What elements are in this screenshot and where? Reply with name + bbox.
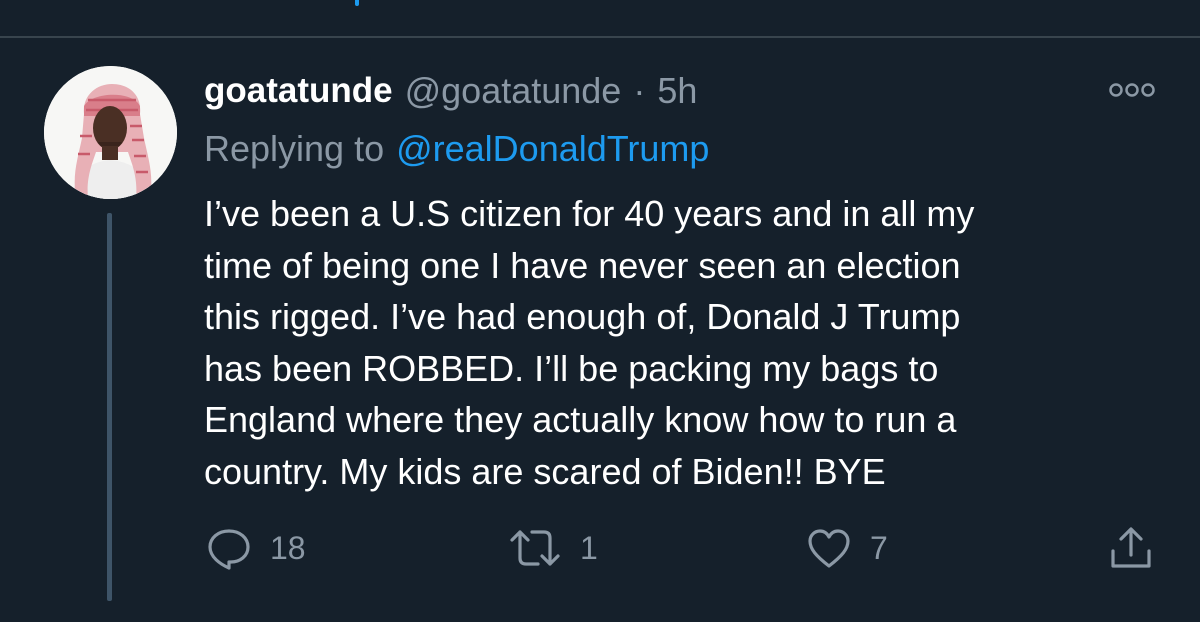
tweet-text-line: I’ve been a U.S citizen for 40 years and… <box>204 193 975 234</box>
tweet-screen: goatatunde @goatatunde · 5h Replying to … <box>0 0 1200 622</box>
tweet-text-line: has been ROBBED. I’ll be packing my bags… <box>204 347 939 389</box>
reply-button[interactable]: 18 <box>206 526 306 570</box>
like-button[interactable]: 7 <box>806 526 888 570</box>
tweet-header: goatatunde @goatatunde · 5h <box>204 66 697 116</box>
heart-icon <box>808 529 850 568</box>
share-icon <box>1111 527 1151 568</box>
tweet-text-line: country. My kids are scared of Biden!! B… <box>204 450 886 492</box>
separator-dot: · <box>633 70 646 111</box>
tweet-divider <box>0 36 1200 38</box>
reply-count: 18 <box>270 529 306 566</box>
like-count: 7 <box>870 529 888 566</box>
timestamp[interactable]: 5h <box>657 70 697 112</box>
share-button[interactable] <box>1108 526 1154 570</box>
tweet-text-line: this rigged. I’ve had enough of, Donald … <box>204 296 961 337</box>
retweet-icon <box>510 530 560 566</box>
thread-connector-line <box>107 213 112 601</box>
avatar[interactable] <box>44 66 177 199</box>
replying-to-line: Replying to @realDonaldTrump <box>204 124 709 174</box>
mention-link[interactable]: @realDonaldTrump <box>396 128 709 170</box>
display-name[interactable]: goatatunde <box>204 71 393 111</box>
more-icon <box>1109 83 1155 97</box>
reply-icon <box>208 529 250 570</box>
user-handle[interactable]: @goatatunde <box>405 70 622 112</box>
replying-to-label: Replying to <box>204 128 385 169</box>
more-options-button[interactable] <box>1106 76 1158 104</box>
retweet-count: 1 <box>580 529 598 566</box>
retweet-button[interactable]: 1 <box>508 526 598 570</box>
tweet-text-line: time of being one I have never seen an e… <box>204 244 961 286</box>
avatar-photo <box>44 66 177 199</box>
tweet-text: I’ve been a U.S citizen for 40 years and… <box>204 188 1154 497</box>
tweet-text-line: England where they actually know how to … <box>204 399 957 440</box>
previous-tweet-accent <box>355 0 359 6</box>
